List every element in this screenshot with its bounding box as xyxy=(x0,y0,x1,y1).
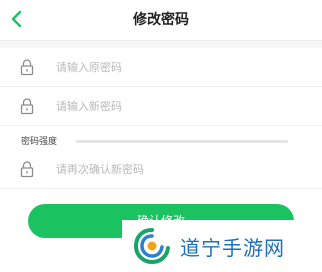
confirm-password-row xyxy=(0,150,322,189)
lock-icon xyxy=(20,98,34,115)
new-password-row xyxy=(0,87,322,126)
section-gap xyxy=(0,41,322,48)
watermark-text: 道宁手游网 xyxy=(180,235,285,260)
lock-icon xyxy=(20,161,34,178)
lock-icon xyxy=(20,59,34,76)
confirm-password-input[interactable] xyxy=(56,150,306,188)
new-password-input[interactable] xyxy=(56,87,306,125)
top-bar: 修改密码 xyxy=(0,0,322,41)
strength-bar xyxy=(76,140,288,143)
page-title: 修改密码 xyxy=(133,12,189,28)
old-password-row xyxy=(0,48,322,87)
watermark-logo-icon xyxy=(133,228,170,265)
strength-label: 密码强度 xyxy=(21,137,58,147)
watermark: 道宁手游网 xyxy=(122,220,322,272)
old-password-input[interactable] xyxy=(56,48,306,86)
